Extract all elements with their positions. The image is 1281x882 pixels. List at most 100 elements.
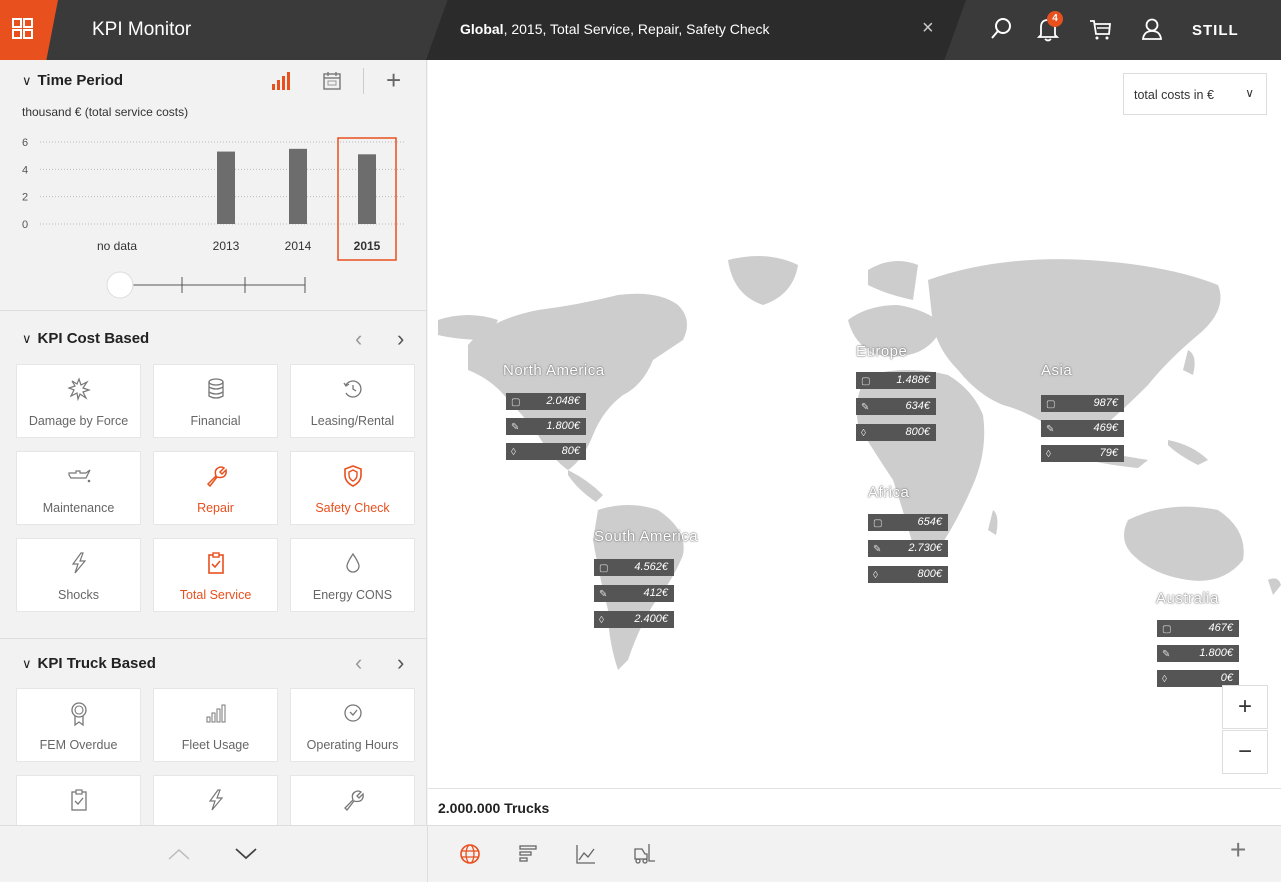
kpi-truck-header[interactable]: ∨ KPI Truck Based <box>22 655 156 672</box>
truck-count: 2.000.000 Trucks <box>438 800 550 816</box>
add-view-button[interactable]: + <box>1230 834 1246 866</box>
clear-filter-button[interactable]: × <box>922 17 934 40</box>
zoom-in-button[interactable]: + <box>1222 685 1268 729</box>
zoom-out-button[interactable]: − <box>1222 730 1268 774</box>
star-burst-icon <box>66 377 91 401</box>
add-period-button[interactable]: + <box>386 65 401 96</box>
bar-chart-icon[interactable] <box>270 70 292 92</box>
kpi-tile-fem-overdue[interactable]: FEM Overdue <box>16 688 141 762</box>
wrench-icon <box>206 466 227 488</box>
region-value-repair: ✎ 2.730€ <box>868 540 948 557</box>
lightning-icon <box>71 552 86 574</box>
kpi-cost-prev-button[interactable]: ‹ <box>355 326 362 352</box>
kpi-cost-header[interactable]: ∨ KPI Cost Based <box>22 330 149 347</box>
kpi-truck-prev-button[interactable]: ‹ <box>355 650 362 676</box>
app-title: KPI Monitor <box>92 19 192 40</box>
chevron-down-icon: ∨ <box>22 331 32 346</box>
kpi-tile-total-service[interactable]: Total Service <box>153 538 278 612</box>
horizontal-bar-chart-icon[interactable] <box>517 843 539 865</box>
kpi-truck-next-button[interactable]: › <box>397 650 404 676</box>
region-value-repair: ✎ 469€ <box>1041 420 1124 437</box>
region-label-africa: Africa <box>868 484 910 501</box>
kpi-tile-leasing-rental[interactable]: Leasing/Rental <box>290 364 415 438</box>
region-label-europe: Europe <box>856 343 908 360</box>
kpi-truck-title: KPI Truck Based <box>37 655 156 672</box>
tile-label: Maintenance <box>42 501 115 515</box>
section-divider <box>0 310 426 311</box>
scroll-down-button[interactable] <box>232 844 260 864</box>
toolbar-divider <box>363 68 364 94</box>
kpi-tile-damage-by-force[interactable]: Damage by Force <box>16 364 141 438</box>
region-value-safety-check: ◊ 800€ <box>868 566 948 583</box>
tile-label: Shocks <box>58 588 99 602</box>
filter-summary-text: Global, 2015, Total Service, Repair, Saf… <box>460 21 769 37</box>
x-tick-label: 2013 <box>213 239 240 253</box>
y-tick-label: 4 <box>22 164 28 176</box>
kpi-tile-shocks[interactable]: Shocks <box>16 538 141 612</box>
region-label-asia: Asia <box>1041 362 1073 379</box>
y-tick-label: 2 <box>22 192 28 204</box>
y-tick-label: 6 <box>22 137 28 149</box>
time-period-title: Time Period <box>37 72 124 89</box>
line-chart-icon[interactable] <box>575 843 597 865</box>
time-period-header[interactable]: ∨ Time Period <box>22 72 123 89</box>
forklift-icon[interactable] <box>632 841 656 865</box>
region-value-safety-check: ◊ 800€ <box>856 424 936 441</box>
kpi-tile-operating-hours[interactable]: Operating Hours <box>290 688 415 762</box>
x-tick-label: 2014 <box>285 239 312 253</box>
region-value-total-service: ▢ 987€ <box>1041 395 1124 412</box>
region-value-safety-check: ◊ 80€ <box>506 443 586 460</box>
scroll-up-button[interactable] <box>165 844 193 864</box>
tile-label: Operating Hours <box>306 738 399 752</box>
sidebar: ∨ Time Period + thousand € (total service… <box>0 60 427 825</box>
kpi-cost-title: KPI Cost Based <box>37 330 150 347</box>
y-tick-label: 0 <box>22 219 28 231</box>
cart-icon[interactable] <box>1085 14 1115 44</box>
calendar-icon[interactable] <box>321 70 343 92</box>
shield-icon <box>343 465 362 487</box>
region-value-total-service: ▢ 4.562€ <box>594 559 674 576</box>
kpi-tile-financial[interactable]: Financial <box>153 364 278 438</box>
time-period-chart: 0 2 4 6 no data 2013 2014 2015 <box>22 137 405 261</box>
kpi-tile-truck-5[interactable] <box>153 775 278 825</box>
bar-2015 <box>358 154 376 224</box>
filter-scope: Global <box>460 21 504 37</box>
region-value-total-service: ▢ 654€ <box>868 514 948 531</box>
x-tick-label: 2015 <box>354 239 381 253</box>
notification-badge: 4 <box>1047 11 1063 27</box>
bar-2014 <box>289 148 307 224</box>
kpi-tile-truck-4[interactable] <box>16 775 141 825</box>
region-value-repair: ✎ 1.800€ <box>1157 645 1239 662</box>
metric-dropdown[interactable]: total costs in € ∨ <box>1123 73 1267 115</box>
region-label-australia: Australia <box>1156 590 1219 607</box>
bar-chart-icon <box>206 704 225 723</box>
bottom-bar: + <box>0 825 1281 882</box>
kpi-tile-maintenance[interactable]: Maintenance <box>16 451 141 525</box>
kpi-tile-energy-cons[interactable]: Energy CONS <box>290 538 415 612</box>
search-icon[interactable] <box>986 14 1016 44</box>
footer-divider <box>428 788 1281 789</box>
kpi-tile-safety-check[interactable]: Safety Check <box>290 451 415 525</box>
chevron-down-icon: ∨ <box>1245 86 1254 100</box>
app-menu-button[interactable] <box>0 0 58 60</box>
region-label-south-america: South America <box>594 528 699 545</box>
kpi-tile-repair[interactable]: Repair <box>153 451 278 525</box>
region-value-repair: ✎ 1.800€ <box>506 418 586 435</box>
time-slider[interactable] <box>100 270 320 300</box>
tile-label: Leasing/Rental <box>310 414 395 428</box>
bottom-divider <box>427 826 428 882</box>
globe-icon[interactable] <box>459 843 481 865</box>
tile-label: Fleet Usage <box>181 738 250 752</box>
tile-label: Repair <box>197 501 234 515</box>
kpi-tile-fleet-usage[interactable]: Fleet Usage <box>153 688 278 762</box>
region-value-total-service: ▢ 1.488€ <box>856 372 936 389</box>
region-value-repair: ✎ 412€ <box>594 585 674 602</box>
kpi-cost-next-button[interactable]: › <box>397 326 404 352</box>
chevron-down-icon: ∨ <box>22 73 32 88</box>
chevron-down-icon: ∨ <box>22 656 32 671</box>
user-icon[interactable] <box>1137 14 1167 44</box>
database-icon <box>207 378 224 399</box>
kpi-tile-truck-6[interactable] <box>290 775 415 825</box>
tile-label: Safety Check <box>315 501 390 515</box>
top-bar: KPI Monitor Global, 2015, Total Service,… <box>0 0 1281 60</box>
